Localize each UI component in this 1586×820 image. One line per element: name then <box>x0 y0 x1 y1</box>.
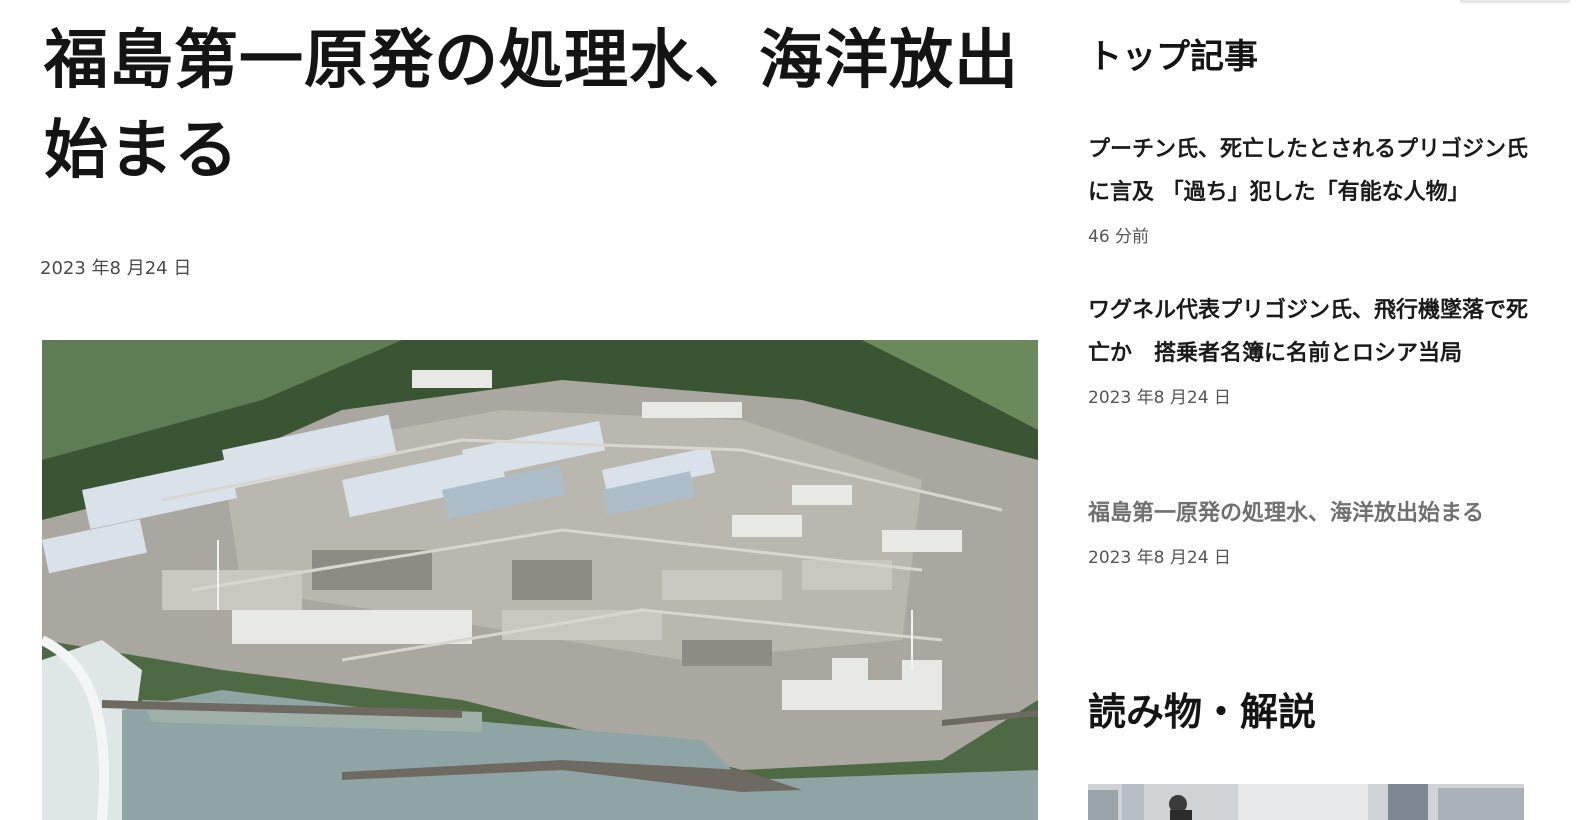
article-date: 2023 年8 月24 日 <box>40 258 192 279</box>
article-headline: 福島第一原発の処理水、海洋放出始まる <box>44 24 1019 188</box>
top-story-item: ワグネル代表プリゴジン氏、飛行機墜落で死亡か 搭乗者名簿に名前とロシア当局 20… <box>1088 289 1528 408</box>
article-main: 福島第一原発の処理水、海洋放出始まる 2023 年8 月24 日 <box>0 0 1050 820</box>
top-story-link[interactable]: 福島第一原発の処理水、海洋放出始まる <box>1088 492 1528 535</box>
article-hero-image[interactable] <box>42 340 1038 820</box>
aerial-plant-photo <box>42 340 1038 820</box>
news-page: 福島第一原発の処理水、海洋放出始まる 2023 年8 月24 日 トップ記事 プ… <box>0 0 1586 820</box>
feature-teaser-image[interactable] <box>1088 784 1524 820</box>
top-story-link[interactable]: プーチン氏、死亡したとされるプリゴジン氏に言及 「過ち」犯した「有能な人物」 <box>1088 128 1528 214</box>
top-story-time: 2023 年8 月24 日 <box>1088 388 1231 408</box>
sidebar: トップ記事 プーチン氏、死亡したとされるプリゴジン氏に言及 「過ち」犯した「有能… <box>1088 0 1548 820</box>
top-story-time: 2023 年8 月24 日 <box>1088 548 1231 568</box>
top-story-item: プーチン氏、死亡したとされるプリゴジン氏に言及 「過ち」犯した「有能な人物」 4… <box>1088 128 1528 247</box>
teaser-photo <box>1088 784 1524 820</box>
top-story-item: 福島第一原発の処理水、海洋放出始まる 2023 年8 月24 日 <box>1088 492 1528 568</box>
features-heading: 読み物・解説 <box>1088 690 1317 734</box>
top-stories-heading: トップ記事 <box>1088 37 1258 77</box>
top-story-time: 46 分前 <box>1088 227 1150 247</box>
top-story-link[interactable]: ワグネル代表プリゴジン氏、飛行機墜落で死亡か 搭乗者名簿に名前とロシア当局 <box>1088 289 1528 375</box>
